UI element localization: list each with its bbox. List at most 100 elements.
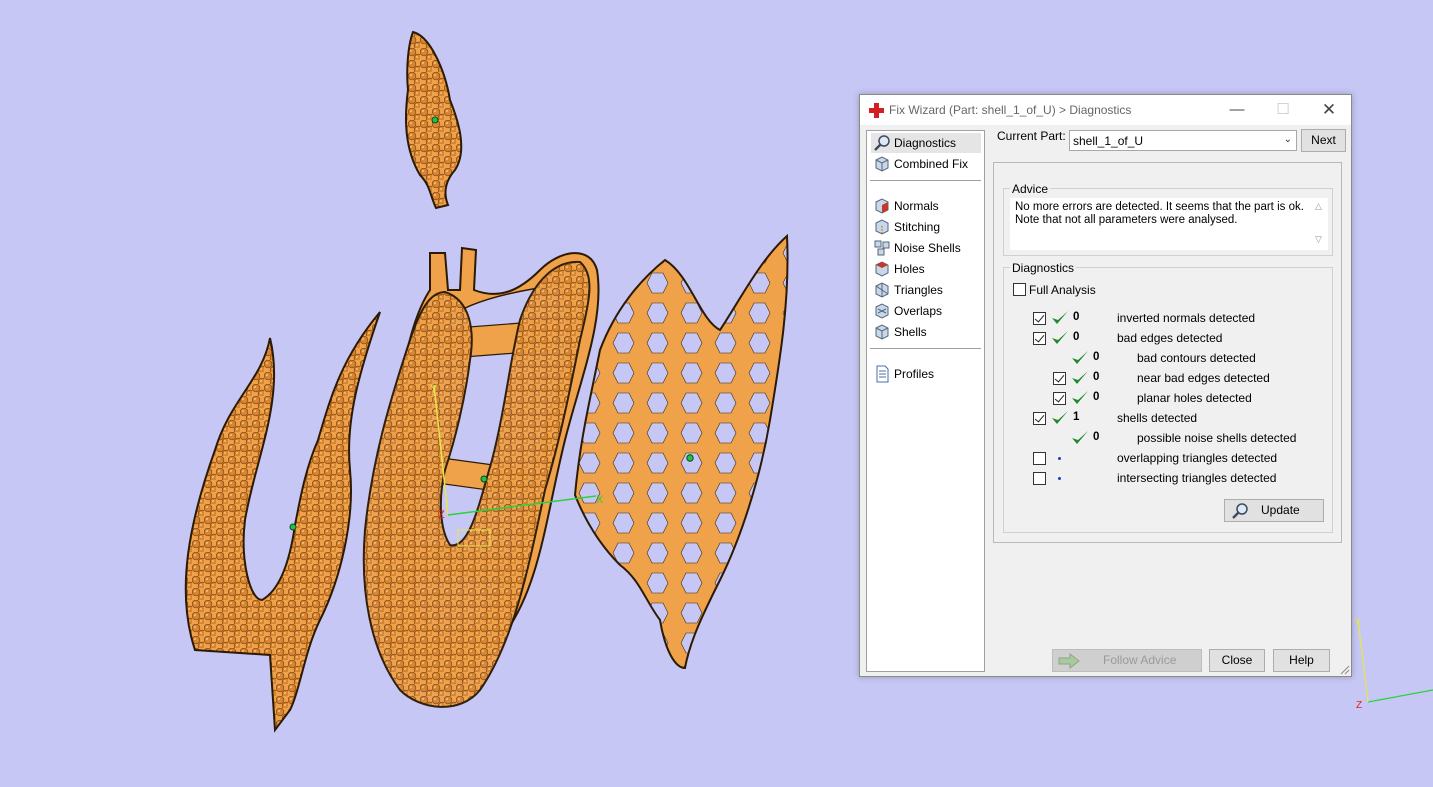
diagnostic-label: near bad edges detected — [1137, 371, 1270, 385]
magnifier-icon — [874, 135, 890, 151]
checkmark-icon — [1052, 331, 1068, 344]
follow-advice-label: Follow Advice — [1103, 653, 1177, 667]
checkmark-icon — [1072, 351, 1088, 364]
stitching-cube-icon — [875, 219, 889, 235]
world-axes-indicator: Y Z — [1354, 617, 1433, 711]
diagnostic-count: 0 — [1073, 331, 1080, 343]
nav-item-profiles[interactable]: Profiles — [871, 364, 981, 384]
nav-label: Triangles — [894, 283, 943, 297]
nav-label: Holes — [894, 262, 925, 276]
nav-item-stitching[interactable]: Stitching — [871, 217, 981, 237]
diagnostic-checkbox[interactable] — [1033, 452, 1046, 465]
nav-item-diagnostics[interactable]: Diagnostics — [871, 133, 981, 153]
loop-part — [404, 30, 463, 210]
advice-title: Advice — [1010, 182, 1051, 196]
checkmark-icon — [1052, 311, 1068, 324]
nav-item-combined-fix[interactable]: Combined Fix — [871, 154, 981, 174]
fix-wizard-nav: Diagnostics Combined Fix Normals Stitchi… — [866, 130, 985, 672]
nav-label: Profiles — [894, 367, 935, 381]
diagnostic-label: planar holes detected — [1137, 391, 1252, 405]
diagnostics-title: Diagnostics — [1010, 261, 1077, 275]
diagnostic-label: bad contours detected — [1137, 351, 1256, 365]
red-cross-icon — [869, 103, 884, 118]
diagnostic-count: 0 — [1093, 351, 1100, 363]
nav-item-holes[interactable]: Holes — [871, 259, 981, 279]
diagnostic-count: 0 — [1073, 311, 1080, 323]
window-title: Fix Wizard (Part: shell_1_of_U) > Diagno… — [889, 103, 1132, 117]
current-part-value: shell_1_of_U — [1073, 134, 1144, 148]
checkmark-icon — [1072, 391, 1088, 404]
nav-label: Overlaps — [894, 304, 943, 318]
axis-x-label: X — [596, 494, 604, 506]
diagnostic-label: overlapping triangles detected — [1117, 451, 1278, 465]
follow-advice-button[interactable]: Follow Advice — [1052, 649, 1202, 672]
nav-label: Shells — [894, 325, 927, 339]
minimize-button[interactable]: — — [1214, 95, 1260, 125]
noise-shells-icon — [874, 240, 890, 256]
diagnostic-count: 0 — [1093, 431, 1100, 443]
update-button[interactable]: Update — [1224, 499, 1324, 522]
honeycomb-shell-right — [573, 233, 789, 670]
scroll-down-icon[interactable]: ▽ — [1315, 234, 1322, 245]
current-part-label: Current Part: — [997, 129, 1066, 143]
nav-label: Diagnostics — [894, 136, 957, 150]
close-window-button[interactable]: ✕ — [1306, 95, 1352, 125]
diagnostic-count: 0 — [1093, 371, 1100, 383]
diagnostic-checkbox[interactable] — [1033, 332, 1046, 345]
nav-item-shells[interactable]: Shells — [871, 322, 981, 342]
world-axis-z-label: Z — [1356, 700, 1362, 711]
pending-dot-icon — [1058, 477, 1061, 480]
advice-text-box: No more errors are detected. It seems th… — [1010, 198, 1328, 250]
help-button[interactable]: Help — [1273, 649, 1330, 672]
diagnostic-checkbox[interactable] — [1033, 312, 1046, 325]
checkmark-icon — [1072, 431, 1088, 444]
world-axis-y-label: Y — [1354, 617, 1361, 628]
nav-item-triangles[interactable]: Triangles — [871, 280, 981, 300]
current-part-select[interactable]: shell_1_of_U ⌄ — [1069, 130, 1297, 151]
resize-grip-icon[interactable] — [1340, 665, 1350, 675]
pending-dot-icon — [1058, 457, 1061, 460]
cube-icon — [875, 156, 889, 172]
nav-label: Stitching — [894, 220, 941, 234]
triangles-cube-icon — [875, 282, 889, 298]
document-icon — [876, 365, 889, 383]
scroll-up-icon[interactable]: △ — [1315, 201, 1322, 212]
nav-label: Normals — [894, 199, 939, 213]
frame-shell-middle — [362, 246, 600, 708]
diagnostic-checkbox[interactable] — [1033, 472, 1046, 485]
normals-cube-icon — [875, 198, 889, 214]
fix-wizard-dialog: Fix Wizard (Part: shell_1_of_U) > Diagno… — [859, 94, 1352, 677]
checkmark-icon — [1072, 371, 1088, 384]
axis-y-label: Y — [430, 383, 438, 395]
arrow-right-icon — [1058, 653, 1080, 669]
nav-item-normals[interactable]: Normals — [871, 196, 981, 216]
shells-cube-icon — [875, 324, 889, 340]
holes-cube-icon — [875, 261, 889, 277]
advice-text: No more errors are detected. It seems th… — [1015, 201, 1304, 226]
diagnostic-checkbox[interactable] — [1053, 392, 1066, 405]
diagnostic-checkbox[interactable] — [1033, 412, 1046, 425]
maximize-button[interactable]: ☐ — [1260, 95, 1306, 125]
full-analysis-label: Full Analysis — [1029, 283, 1096, 297]
magnifier-icon — [1232, 503, 1248, 519]
diagnostic-label: intersecting triangles detected — [1117, 471, 1277, 485]
diagnostic-count: 1 — [1073, 411, 1080, 423]
diagnostic-label: shells detected — [1117, 411, 1198, 425]
diagnostic-count: 0 — [1093, 391, 1100, 403]
nav-item-noise-shells[interactable]: Noise Shells — [871, 238, 981, 258]
checkmark-icon — [1052, 411, 1068, 424]
axis-z-label: Z — [438, 509, 445, 521]
nav-item-overlaps[interactable]: Overlaps — [871, 301, 981, 321]
advice-scrollbar[interactable]: △ ▽ — [1311, 198, 1328, 250]
diagnostic-checkbox[interactable] — [1053, 372, 1066, 385]
update-label: Update — [1261, 503, 1300, 517]
full-analysis-checkbox[interactable] — [1013, 283, 1026, 296]
title-bar[interactable]: Fix Wizard (Part: shell_1_of_U) > Diagno… — [860, 95, 1351, 125]
chevron-down-icon: ⌄ — [1283, 134, 1292, 145]
nav-label: Combined Fix — [894, 157, 969, 171]
close-button[interactable]: Close — [1209, 649, 1265, 672]
next-button[interactable]: Next — [1301, 129, 1346, 152]
overlaps-cube-icon — [875, 303, 889, 319]
diagnostic-label: inverted normals detected — [1117, 311, 1256, 325]
diagnostic-label: possible noise shells detected — [1137, 431, 1297, 445]
